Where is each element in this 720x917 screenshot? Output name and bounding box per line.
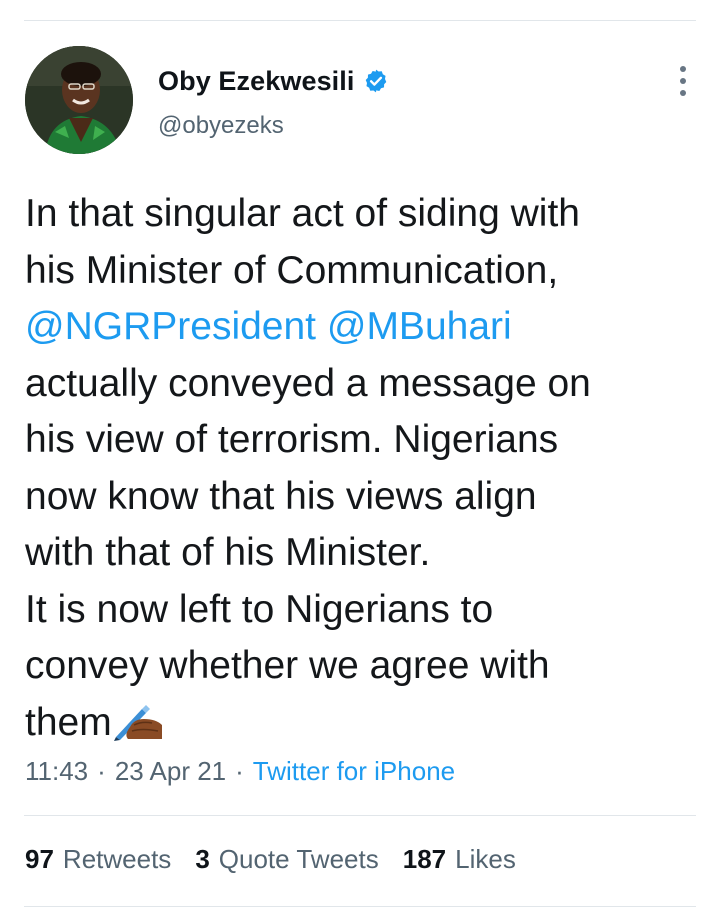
retweets-count: 97 [25,844,54,874]
tweet-date: 23 Apr 21 [114,756,227,786]
meta-separator: · [235,756,244,786]
tweet-line: actually conveyed a message on [25,361,591,405]
display-name[interactable]: Oby Ezekwesili [158,66,355,97]
tweet-line: them [25,700,112,744]
tweet-detail-page: Oby Ezekwesili @obyezeks In that singula… [0,0,720,917]
avatar[interactable] [25,46,133,154]
tweet-line: convey whether we agree with [25,644,550,687]
tweet-header: Oby Ezekwesili @obyezeks [25,46,697,156]
retweets-stat[interactable]: 97 Retweets [25,844,171,875]
tweet-text: In that singular act of siding with his … [25,186,695,751]
mention-link[interactable]: @NGRPresident [25,305,316,348]
top-divider [24,20,696,21]
likes-label: Likes [455,844,516,874]
profile-photo-icon [25,46,133,154]
meta-divider [24,815,696,816]
tweet-line: In that singular act of siding with [25,192,580,235]
likes-count: 187 [402,844,447,874]
tweet-source-link[interactable]: Twitter for iPhone [253,756,455,787]
user-handle[interactable]: @obyezeks [158,112,284,140]
tweet-time: 11:43 [25,756,89,786]
verified-badge-icon [363,68,389,94]
tweet-line: It is now left to Nigerians to [25,587,494,631]
stats-divider [24,906,696,907]
quote-tweets-count: 3 [195,844,210,874]
tweet-meta: 11:43 · 23 Apr 21 · Twitter for iPhone [25,756,455,787]
meta-separator: · [97,756,106,786]
tweet-line: his Minister of Communication, [25,248,559,292]
mention-link[interactable]: @MBuhari [327,305,512,348]
tweet-line: his view of terrorism. Nigerians [25,418,559,461]
retweets-label: Retweets [62,844,172,874]
quote-tweets-stat[interactable]: 3 Quote Tweets [195,844,378,875]
likes-stat[interactable]: 187 Likes [403,844,516,875]
tweet-line: now know that his views align [25,474,537,518]
more-options-icon[interactable] [677,66,689,96]
name-row: Oby Ezekwesili [158,64,389,98]
quote-tweets-label: Quote Tweets [218,844,379,874]
writing-hand-icon [112,697,164,741]
tweet-stats: 97 Retweets 3 Quote Tweets 187 Likes [25,844,540,875]
tweet-line: with that of his Minister. [25,531,431,574]
